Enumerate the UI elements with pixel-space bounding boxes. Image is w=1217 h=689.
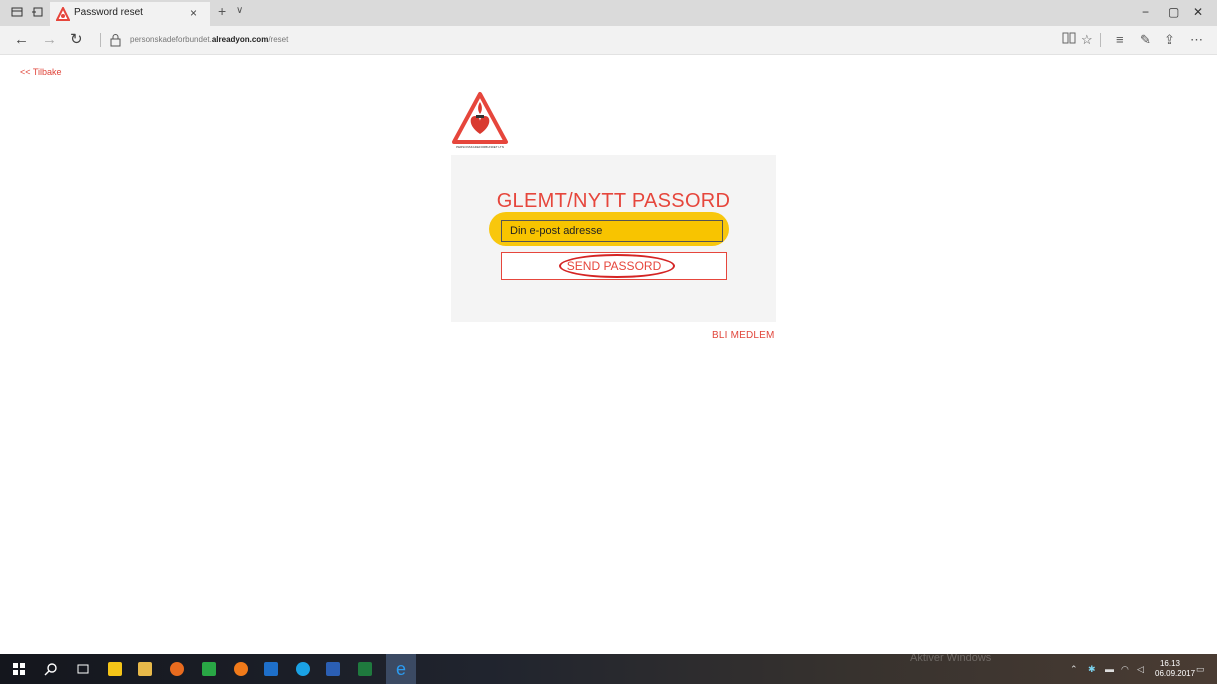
task-view-icon[interactable] (76, 662, 90, 676)
tray-app-icon[interactable]: ✱ (1088, 664, 1096, 675)
firefox-icon[interactable] (234, 662, 248, 676)
set-aside-tabs-icon[interactable] (30, 6, 44, 20)
tab-title: Password reset (74, 7, 143, 18)
battery-icon[interactable]: ▬ (1105, 664, 1114, 674)
forward-icon[interactable]: → (42, 32, 57, 48)
activation-watermark: Aktiver Windows (910, 652, 992, 664)
restore-button[interactable]: ▢ (1168, 5, 1179, 19)
close-window-button[interactable]: ✕ (1193, 5, 1203, 19)
back-icon[interactable]: ← (14, 32, 29, 48)
tab-preview-icon[interactable] (10, 6, 24, 20)
volume-icon[interactable]: ◁ (1137, 664, 1144, 675)
lock-icon[interactable] (110, 33, 121, 47)
skype-icon[interactable] (296, 662, 310, 676)
toolbar-separator (100, 33, 101, 47)
new-tab-button[interactable]: + (218, 3, 226, 19)
reading-view-icon[interactable] (1062, 32, 1076, 48)
share-icon[interactable]: ⇪ (1164, 32, 1175, 48)
tab-close-icon[interactable]: × (190, 6, 197, 20)
notifications-icon[interactable]: ▭ (1196, 664, 1205, 675)
excel-icon[interactable] (358, 662, 372, 676)
file-explorer-icon[interactable] (138, 662, 152, 676)
edge-active-icon[interactable]: e (386, 654, 416, 684)
url-path: /reset (268, 35, 289, 44)
site-favicon-icon (56, 7, 70, 21)
toolbar-separator-2 (1100, 33, 1101, 47)
green-app-icon[interactable] (202, 662, 216, 676)
hub-icon[interactable]: ≡ (1116, 32, 1124, 48)
windows-taskbar: Aktiver Windows e ⌃ ✱ ▬ ◠ ◁ 16.13 06.09.… (0, 652, 1217, 684)
sticky-notes-icon[interactable] (108, 662, 122, 676)
minimize-button[interactable]: − (1142, 5, 1149, 19)
clock-date: 06.09.2017 (1155, 669, 1196, 678)
url-field[interactable]: personskadeforbundet.alreadyon.com/reset (130, 35, 288, 44)
clock-time: 16.13 (1159, 659, 1181, 668)
address-bar: ← → ↻ personskadeforbundet.alreadyon.com… (0, 26, 1217, 55)
wifi-icon[interactable]: ◠ (1121, 664, 1129, 675)
tab-dropdown-icon[interactable]: ∨ (236, 5, 243, 16)
email-input[interactable] (501, 220, 723, 242)
url-domain: alreadyon.com (211, 35, 269, 44)
logo-caption: PERSONSKADEFORBUNDET LTN (456, 145, 504, 149)
back-link[interactable]: << Tilbake (20, 67, 62, 77)
url-prefix: personskadeforbundet. (130, 35, 212, 44)
firefox-dev-icon[interactable] (170, 662, 184, 676)
web-note-icon[interactable]: ✎ (1140, 32, 1151, 48)
page-title: GLEMT/NYTT PASSORD (496, 190, 731, 212)
word-icon[interactable] (326, 662, 340, 676)
refresh-icon[interactable]: ↻ (70, 32, 83, 48)
join-link[interactable]: BLI MEDLEM (712, 330, 775, 341)
svg-text:e: e (396, 659, 406, 679)
more-icon[interactable]: ⋯ (1190, 32, 1203, 48)
search-icon[interactable] (44, 662, 58, 676)
tray-chevron-icon[interactable]: ⌃ (1070, 664, 1078, 675)
favorite-star-icon[interactable]: ☆ (1081, 32, 1093, 48)
browser-tab-bar: Password reset × + ∨ − ▢ ✕ (0, 0, 1217, 26)
organisation-logo: PERSONSKADEFORBUNDET LTN (452, 92, 508, 149)
outlook-icon[interactable] (264, 662, 278, 676)
send-password-button[interactable]: SEND PASSORD (501, 252, 727, 280)
clock[interactable]: 16.13 06.09.2017 (1155, 659, 1196, 679)
tab-password-reset[interactable]: Password reset × (50, 2, 210, 26)
start-icon[interactable] (12, 662, 26, 676)
reset-password-panel: GLEMT/NYTT PASSORD SEND PASSORD (451, 155, 776, 322)
